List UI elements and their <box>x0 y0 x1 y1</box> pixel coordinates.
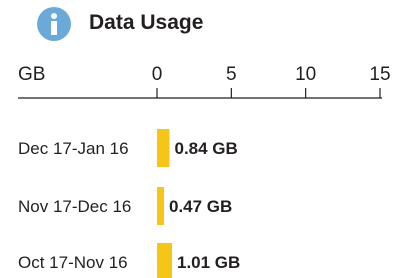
x-tick-label: 10 <box>295 64 316 85</box>
data-usage-bar-chart: GB 0 5 10 15 Dec 17-Jan 16 0.84 GB Nov 17-Dec… <box>18 64 391 278</box>
category-label: Oct 17-Nov 16 <box>18 253 128 272</box>
bar-value-label: 1.01 GB <box>177 253 240 272</box>
category-label: Nov 17-Dec 16 <box>18 197 131 216</box>
bar-value-label: 0.47 GB <box>169 197 232 216</box>
data-usage-panel: Data Usage GB 0 5 10 15 Dec 17-Jan 16 0.84 G… <box>0 0 400 278</box>
bar-value-label: 0.84 GB <box>174 139 237 158</box>
x-tick-label: 5 <box>226 64 237 85</box>
usage-bar <box>157 243 173 278</box>
usage-bar <box>157 187 164 225</box>
x-axis-ticks: 0 5 10 15 <box>152 64 391 98</box>
usage-bar <box>157 129 170 167</box>
x-tick-label: 15 <box>369 64 390 85</box>
x-tick-label: 0 <box>152 64 163 85</box>
x-axis-unit-label: GB <box>18 64 45 85</box>
usage-rows: Dec 17-Jan 16 0.84 GB Nov 17-Dec 16 0.47 GB… <box>18 129 240 278</box>
category-label: Dec 17-Jan 16 <box>18 139 129 158</box>
